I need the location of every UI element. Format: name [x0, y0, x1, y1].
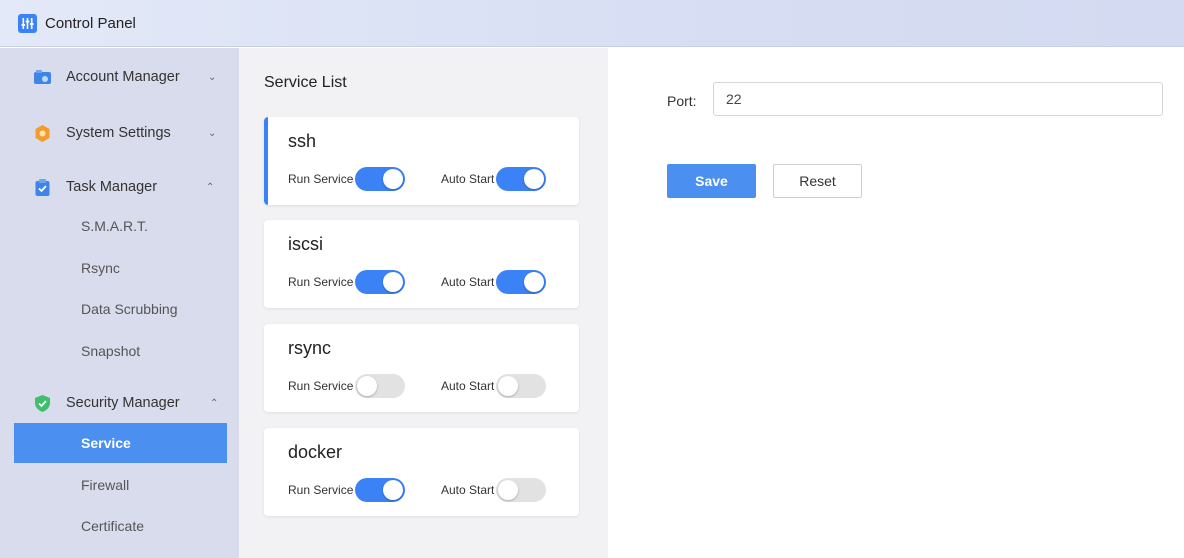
chevron-up-icon: ⌃	[210, 397, 219, 409]
run-service-label: Run Service	[288, 483, 354, 497]
sidebar-item-label: S.M.A.R.T.	[81, 218, 148, 234]
save-button[interactable]: Save	[667, 164, 756, 198]
run-service-toggle[interactable]	[355, 270, 406, 294]
service-card-iscsi[interactable]: iscsi Run Service Auto Start	[264, 220, 579, 308]
sidebar-group-system-settings[interactable]: System Settings ⌄	[0, 113, 239, 153]
sidebar-group-account-manager[interactable]: Account Manager ⌄	[0, 57, 239, 97]
service-list-title: Service List	[264, 74, 347, 91]
service-list-panel: Service List ssh Run Service Auto Start …	[239, 48, 608, 558]
sidebar: Account Manager ⌄ System Settings ⌄ Task…	[0, 48, 239, 558]
sidebar-item-label: Certificate	[81, 518, 145, 534]
port-input[interactable]	[713, 82, 1163, 116]
run-service-label: Run Service	[288, 172, 354, 186]
sidebar-item-smart[interactable]: S.M.A.R.T.	[14, 206, 227, 246]
sidebar-item-data-scrubbing[interactable]: Data Scrubbing	[14, 289, 227, 329]
auto-start-toggle[interactable]	[496, 167, 547, 191]
clipboard-icon	[33, 178, 52, 197]
service-card-rsync[interactable]: rsync Run Service Auto Start	[264, 324, 579, 412]
control-panel-icon	[18, 13, 37, 33]
service-card-ssh[interactable]: ssh Run Service Auto Start	[264, 117, 579, 205]
run-service-toggle[interactable]	[355, 374, 406, 398]
service-name: rsync	[288, 338, 332, 358]
service-settings-form: Port: Save Reset	[608, 48, 1184, 558]
account-manager-icon	[33, 68, 52, 87]
sidebar-item-rsync[interactable]: Rsync	[14, 248, 227, 288]
sidebar-item-snapshot[interactable]: Snapshot	[14, 331, 227, 371]
auto-start-label: Auto Start	[441, 483, 495, 497]
auto-start-toggle[interactable]	[496, 478, 547, 502]
chevron-down-icon: ⌄	[208, 71, 217, 83]
run-service-label: Run Service	[288, 379, 354, 393]
run-service-toggle[interactable]	[355, 478, 406, 502]
sidebar-item-label: Data Scrubbing	[81, 301, 178, 317]
service-card-docker[interactable]: docker Run Service Auto Start	[264, 428, 579, 516]
reset-button[interactable]: Reset	[773, 164, 862, 198]
sidebar-group-label: Task Manager	[66, 179, 158, 195]
sidebar-group-label: Account Manager	[66, 69, 180, 85]
auto-start-label: Auto Start	[441, 275, 495, 289]
run-service-toggle[interactable]	[355, 167, 406, 191]
port-label: Port:	[667, 93, 697, 109]
auto-start-toggle[interactable]	[496, 374, 547, 398]
sidebar-item-label: Service	[81, 435, 131, 451]
auto-start-label: Auto Start	[441, 379, 495, 393]
auto-start-toggle[interactable]	[496, 270, 547, 294]
chevron-down-icon: ⌄	[208, 127, 217, 139]
service-name: iscsi	[288, 234, 323, 254]
sidebar-item-label: Rsync	[81, 260, 120, 276]
chevron-up-icon: ⌃	[206, 181, 215, 193]
title-bar: Control Panel	[0, 0, 1184, 47]
sidebar-item-label: Snapshot	[81, 343, 141, 359]
sidebar-group-task-manager[interactable]: Task Manager ⌃	[0, 167, 239, 207]
run-service-label: Run Service	[288, 275, 354, 289]
sidebar-item-label: Firewall	[81, 477, 130, 493]
auto-start-label: Auto Start	[441, 172, 495, 186]
sidebar-group-security-manager[interactable]: Security Manager ⌃	[0, 383, 239, 423]
sidebar-item-certificate[interactable]: Certificate	[14, 506, 227, 546]
sidebar-group-label: System Settings	[66, 125, 171, 141]
gear-icon	[33, 124, 52, 143]
shield-icon	[33, 394, 52, 413]
sidebar-item-firewall[interactable]: Firewall	[14, 465, 227, 505]
sidebar-item-service[interactable]: Service	[14, 423, 227, 463]
service-name: docker	[288, 442, 343, 462]
sidebar-group-label: Security Manager	[66, 395, 180, 411]
app-title: Control Panel	[45, 14, 136, 32]
service-name: ssh	[288, 131, 317, 151]
